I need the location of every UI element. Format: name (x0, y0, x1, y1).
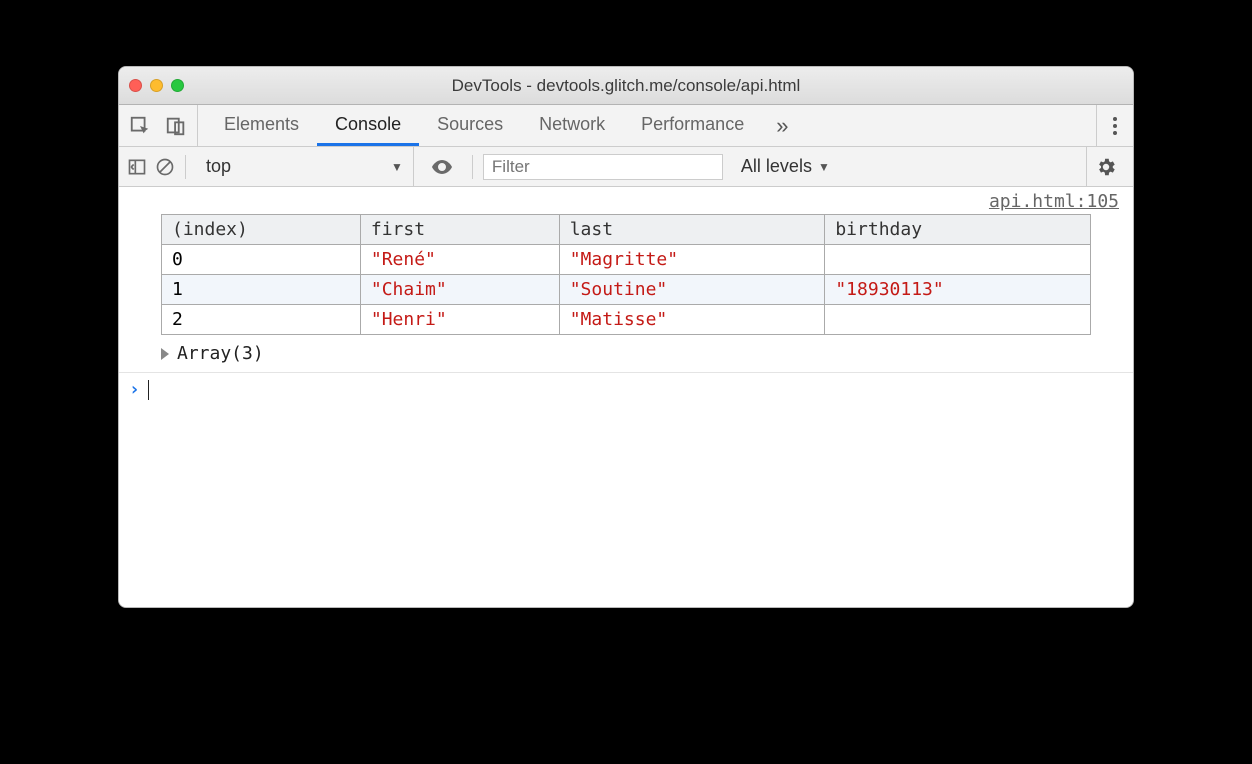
cell-last: "Matisse" (559, 305, 825, 335)
tab-sources[interactable]: Sources (419, 105, 521, 146)
tab-console[interactable]: Console (317, 105, 419, 146)
col-birthday[interactable]: birthday (825, 215, 1091, 245)
separator (185, 155, 186, 179)
chevron-down-icon: ▼ (818, 160, 830, 174)
levels-label: All levels (741, 156, 812, 177)
cell-last: "Soutine" (559, 275, 825, 305)
source-link[interactable]: api.html:105 (119, 187, 1133, 214)
chevron-down-icon: ▼ (391, 160, 403, 174)
tab-performance[interactable]: Performance (623, 105, 762, 146)
col-first[interactable]: first (360, 215, 559, 245)
titlebar: DevTools - devtools.glitch.me/console/ap… (119, 67, 1133, 105)
cell-birthday (825, 245, 1091, 275)
console-body: api.html:105 (index) first last birthday… (119, 187, 1133, 607)
context-selector[interactable]: top ▼ (196, 147, 414, 186)
clear-console-icon[interactable] (155, 157, 175, 177)
col-last[interactable]: last (559, 215, 825, 245)
cell-birthday: "18930113" (825, 275, 1091, 305)
array-label: Array(3) (177, 343, 264, 364)
cell-index: 2 (162, 305, 361, 335)
filter-input[interactable] (483, 154, 723, 180)
inspect-icon[interactable] (129, 115, 151, 137)
more-tabs-button[interactable]: » (762, 105, 802, 146)
separator (472, 155, 473, 179)
maximize-button[interactable] (171, 79, 184, 92)
context-label: top (206, 156, 231, 177)
text-cursor (148, 380, 149, 400)
eye-icon[interactable] (422, 155, 462, 179)
col-index[interactable]: (index) (162, 215, 361, 245)
array-summary[interactable]: Array(3) (119, 339, 1133, 373)
minimize-button[interactable] (150, 79, 163, 92)
tabbar-left-icons (119, 105, 198, 146)
tab-network[interactable]: Network (521, 105, 623, 146)
tab-elements[interactable]: Elements (206, 105, 317, 146)
device-toggle-icon[interactable] (165, 115, 187, 137)
cell-first: "René" (360, 245, 559, 275)
tabbar-right (1096, 105, 1133, 146)
cell-index: 1 (162, 275, 361, 305)
table-row: 0 "René" "Magritte" (162, 245, 1091, 275)
cell-first: "Henri" (360, 305, 559, 335)
console-prompt[interactable]: › (119, 373, 1133, 406)
cell-first: "Chaim" (360, 275, 559, 305)
table-row: 2 "Henri" "Matisse" (162, 305, 1091, 335)
sidebar-toggle-icon[interactable] (127, 157, 147, 177)
table-row: 1 "Chaim" "Soutine" "18930113" (162, 275, 1091, 305)
window-title: DevTools - devtools.glitch.me/console/ap… (119, 76, 1133, 96)
tabbar: Elements Console Sources Network Perform… (119, 105, 1133, 147)
expand-triangle-icon[interactable] (161, 348, 169, 360)
console-table: (index) first last birthday 0 "René" "Ma… (161, 214, 1091, 335)
panel-tabs: Elements Console Sources Network Perform… (198, 105, 1096, 146)
prompt-chevron-icon: › (129, 379, 140, 400)
cell-last: "Magritte" (559, 245, 825, 275)
settings-gear-icon[interactable] (1095, 156, 1117, 178)
devtools-window: DevTools - devtools.glitch.me/console/ap… (118, 66, 1134, 608)
table-header-row: (index) first last birthday (162, 215, 1091, 245)
close-button[interactable] (129, 79, 142, 92)
traffic-lights (129, 79, 184, 92)
menu-dots-icon[interactable] (1107, 117, 1123, 135)
cell-birthday (825, 305, 1091, 335)
cell-index: 0 (162, 245, 361, 275)
console-toolbar: top ▼ All levels ▼ (119, 147, 1133, 187)
log-levels-select[interactable]: All levels ▼ (731, 156, 840, 177)
